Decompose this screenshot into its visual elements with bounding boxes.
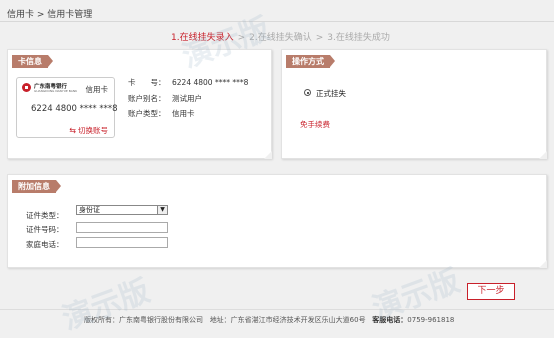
card-type-badge: 信用卡 <box>85 85 109 94</box>
footer-copyright: 版权所有：广东南粤银行股份有限公司 <box>84 316 203 324</box>
phone-input[interactable] <box>76 237 168 248</box>
footer-hotline-label: 客服电话： <box>372 316 408 324</box>
id-type-value: 身份证 <box>79 206 100 214</box>
switch-account-link[interactable]: ⇆ 切换账号 <box>69 125 108 136</box>
switch-account-label: 切换账号 <box>78 126 108 135</box>
chevron-down-icon: ▼ <box>157 206 167 214</box>
footer-address: 地址：广东省湛江市经济技术开发区乐山大道60号 <box>209 316 366 324</box>
watermark: 演示版 <box>57 273 155 338</box>
operation-panel: 操作方式 正式挂失 免手续费 <box>281 49 547 159</box>
formal-report-label: 正式挂失 <box>316 89 346 98</box>
header-divider <box>0 21 554 22</box>
step-1: 1.在线挂失录入 <box>171 33 234 43</box>
info-label: 卡 号： <box>128 78 166 87</box>
id-number-input[interactable] <box>76 222 168 233</box>
info-row-card-number: 卡 号： 6224 4800 **** ***8 <box>128 77 248 88</box>
info-row-account-type: 账户类型： 信用卡 <box>128 108 195 119</box>
id-type-label: 证件类型： <box>26 211 64 220</box>
footer-divider <box>0 309 554 310</box>
card-info-panel: 卡信息 广东南粤银行 GUANGDONG NANYUE BANK 信用卡 622… <box>7 49 272 159</box>
next-button[interactable]: 下一步 <box>467 283 515 300</box>
footer-hotline: 0759-961818 <box>407 316 455 324</box>
id-number-label: 证件号码： <box>26 225 64 234</box>
info-label: 账户别名： <box>128 94 166 103</box>
bank-name-en: GUANGDONG NANYUE BANK <box>34 89 78 93</box>
step-separator: > <box>237 33 246 43</box>
breadcrumb: 信用卡 > 信用卡管理 <box>7 10 93 20</box>
step-3: 3.在线挂失成功 <box>327 33 390 43</box>
info-label: 账户类型： <box>128 109 166 118</box>
info-row-alias: 账户别名： 测试用户 <box>128 93 202 104</box>
card-info-tag: 卡信息 <box>12 55 53 68</box>
bank-logo-icon <box>22 83 31 92</box>
bank-card: 广东南粤银行 GUANGDONG NANYUE BANK 信用卡 6224 48… <box>16 77 118 138</box>
info-value: 测试用户 <box>172 94 202 103</box>
card-number: 6224 4800 **** ***8 <box>31 104 118 114</box>
formal-report-radio[interactable] <box>304 89 311 96</box>
extra-info-panel: 附加信息 证件类型： 身份证 ▼ 证件号码： 家庭电话： <box>7 174 547 268</box>
fee-text: 免手续费 <box>300 120 330 129</box>
footer: 版权所有：广东南粤银行股份有限公司 地址：广东省湛江市经济技术开发区乐山大道60… <box>84 315 454 325</box>
step-2: 2.在线挂失确认 <box>249 33 312 43</box>
id-type-select[interactable]: 身份证 ▼ <box>76 205 168 215</box>
operation-tag: 操作方式 <box>286 55 335 68</box>
info-value: 6224 4800 **** ***8 <box>172 78 249 87</box>
phone-label: 家庭电话： <box>26 240 64 249</box>
step-separator: > <box>315 33 324 43</box>
switch-arrows-icon: ⇆ <box>69 126 76 135</box>
extra-info-tag: 附加信息 <box>12 180 61 193</box>
info-value: 信用卡 <box>172 109 195 118</box>
step-progress: 1.在线挂失录入 >2.在线挂失确认 >3.在线挂失成功 <box>171 30 390 43</box>
